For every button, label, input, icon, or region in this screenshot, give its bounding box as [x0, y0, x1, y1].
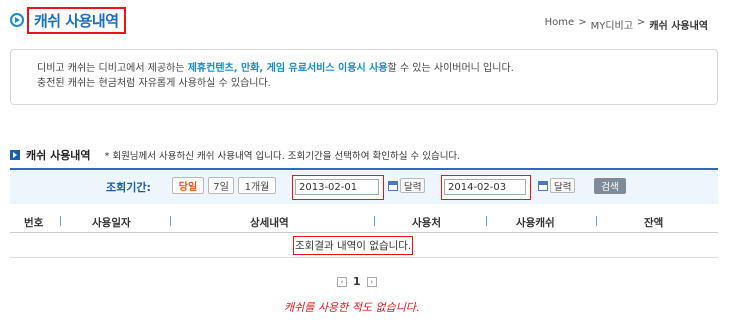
breadcrumb-home[interactable]: Home	[545, 17, 575, 32]
period-today-button[interactable]: 당일	[172, 177, 204, 194]
info-line-1: 디비고 캐쉬는 디비고에서 제공하는 제휴컨텐츠, 만화, 게임 유료서비스 이…	[37, 61, 717, 76]
prev-page-icon[interactable]: ‹	[337, 276, 347, 287]
calendar-icon	[388, 180, 398, 191]
table-row-empty: 조회결과 내역이 없습니다.	[10, 233, 718, 258]
section-arrow-icon	[10, 150, 20, 160]
period-1m-button[interactable]: 1개월	[238, 177, 276, 194]
calendar-label: 달력	[550, 178, 576, 193]
info-line-2: 충전된 캐쉬는 현금처럼 자유롭게 사용하실 수 있습니다.	[37, 78, 271, 89]
section-title: 캐쉬 사용내역	[26, 149, 91, 162]
col-divider	[374, 216, 375, 226]
section-desc: * 회원님께서 사용하신 캐쉬 사용내역 입니다. 조회기간을 선택하여 확인하…	[104, 151, 461, 162]
section-heading: 캐쉬 사용내역 * 회원님께서 사용하신 캐쉬 사용내역 입니다. 조회기간을 …	[10, 147, 460, 163]
page-title-box: 캐쉬 사용내역	[27, 7, 126, 34]
search-bar: 조회기간: 당일 7일 1개월 2013-02-01 달력 ~ 2014-02-…	[10, 168, 718, 204]
col-divider	[170, 216, 171, 226]
breadcrumb-current: 캐쉬 사용내역	[649, 21, 708, 32]
next-page-icon[interactable]: ›	[366, 276, 377, 287]
col-usage-place: 사용처	[412, 217, 441, 229]
col-used-cash: 사용캐쉬	[516, 217, 555, 229]
end-date-highlight: 2014-02-03	[441, 175, 531, 200]
calendar-icon	[538, 180, 548, 191]
breadcrumb-sep: >	[578, 17, 587, 28]
empty-message: 조회결과 내역이 없습니다.	[293, 236, 414, 255]
pagination: ‹ 1 ›	[337, 275, 377, 288]
info-text: 할 수 있는 사이버머니 입니다.	[387, 63, 514, 74]
page-title: 캐쉬 사용내역	[34, 12, 119, 30]
info-text: 디비고 캐쉬는 디비고에서 제공하는	[37, 63, 188, 74]
col-number: 번호	[24, 217, 44, 229]
start-date-input[interactable]: 2013-02-01	[295, 179, 379, 195]
breadcrumb-my[interactable]: MY디비고	[591, 17, 633, 32]
info-box: 디비고 캐쉬는 디비고에서 제공하는 제휴컨텐츠, 만화, 게임 유료서비스 이…	[10, 49, 718, 105]
play-circle-icon	[10, 13, 24, 27]
annotation-note: 캐쉬를 사용한 적도 없습니다.	[284, 301, 420, 314]
col-divider	[60, 216, 61, 226]
info-highlight: 제휴컨텐츠, 만화, 게임 유료서비스 이용시 사용	[187, 63, 388, 74]
col-details: 상세내역	[250, 217, 289, 229]
search-button[interactable]: 검색	[594, 178, 626, 194]
end-date-input[interactable]: 2014-02-03	[444, 179, 526, 195]
col-divider	[596, 216, 597, 226]
col-date: 사용일자	[92, 217, 131, 229]
period-7d-button[interactable]: 7일	[208, 177, 234, 194]
start-calendar-button[interactable]: 달력	[388, 178, 426, 193]
end-calendar-button[interactable]: 달력	[538, 178, 576, 193]
period-label: 조회기간:	[106, 181, 151, 194]
calendar-label: 달력	[400, 178, 426, 193]
table-header: 번호 사용일자 상세내역 사용처 사용캐쉬 잔액	[10, 211, 718, 233]
breadcrumb-sep: >	[636, 17, 646, 28]
col-balance: 잔액	[644, 217, 664, 229]
start-date-highlight: 2013-02-01	[292, 175, 384, 200]
breadcrumb: Home > MY디비고 > 캐쉬 사용내역	[545, 17, 708, 32]
page-number[interactable]: 1	[353, 275, 361, 288]
col-divider	[486, 216, 487, 226]
